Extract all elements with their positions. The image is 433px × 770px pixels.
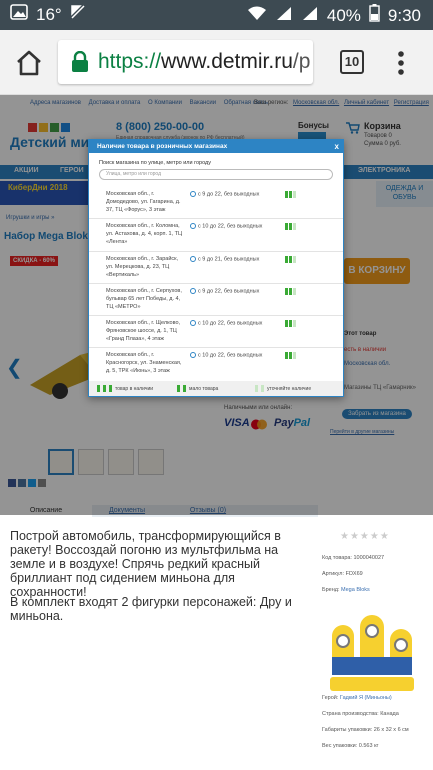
store-row[interactable]: Московская обл., г. Домодедово, ул. Гага… (89, 187, 343, 219)
spec-item: Страна производства: Канада (322, 711, 399, 717)
url-text: https://www.detmir.ru/p (98, 50, 311, 73)
description-paragraph: В комплект входят 2 фигурки персонажей: … (10, 595, 292, 623)
tab-switcher-button[interactable]: 10 (340, 50, 364, 74)
stock-indicator (285, 352, 296, 359)
wifi-icon (247, 5, 267, 26)
web-page: Адреса магазинов Доставка и оплата О Ком… (0, 95, 433, 770)
notification-icon (70, 4, 86, 25)
modal-header: Наличие товара в розничных магазинах x (89, 140, 343, 153)
stock-indicator (285, 223, 296, 230)
overflow-menu-icon[interactable] (393, 48, 409, 78)
store-row[interactable]: Московская обл., г. Серпухов, бульвар 65… (89, 284, 343, 316)
spec-item: Габариты упаковки: 26 x 32 x 6 см (322, 727, 409, 733)
search-label: Поиск магазина по улице, метро или город… (99, 160, 211, 166)
spec-item: Код товара: 1000040027 (322, 555, 385, 561)
store-address: Московская обл., г. Красногорск, ул. Зна… (106, 352, 182, 374)
store-address: Московская обл., г. Серпухов, бульвар 65… (106, 288, 182, 310)
signal-icon (275, 5, 293, 26)
stock-indicator (285, 191, 296, 198)
url-bar[interactable]: https://www.detmir.ru/p (58, 40, 313, 84)
clock-icon (190, 352, 196, 358)
clock-icon (190, 223, 196, 229)
store-row[interactable]: Московская обл., г. Красногорск, ул. Зна… (89, 348, 343, 381)
description-paragraph: Построй автомобиль, трансформирующийся в… (10, 529, 281, 599)
spec-item: Герой: Гадкий Я (Миньоны) (322, 695, 392, 701)
store-row[interactable]: Московская обл., г. Зарайск, ул. Мерецко… (89, 252, 343, 284)
store-hours: с 10 до 22, без выходных (190, 352, 262, 358)
battery-icon (369, 4, 380, 27)
clock-icon (190, 288, 196, 294)
store-address: Московская обл., г. Коломна, ул. Астахов… (106, 223, 183, 245)
store-hours: с 9 до 21, без выходных (190, 256, 259, 262)
store-hours: с 9 до 22, без выходных (190, 288, 259, 294)
spec-item: Артикул: FDX69 (322, 571, 363, 577)
status-bar: 16° 40% 9:30 (0, 0, 433, 30)
store-hours: с 10 до 22, без выходных (190, 320, 262, 326)
store-address: Московская обл., г. Домодедово, ул. Гага… (106, 191, 181, 213)
legend-item: товар в наличии (97, 385, 153, 392)
spec-item: Вес упаковки: 0.563 кг (322, 743, 379, 749)
stock-indicator (285, 256, 296, 263)
legend-item: уточняйте наличие (255, 385, 311, 392)
store-hours: с 10 до 22, без выходных (190, 223, 262, 229)
stock-legend: товар в наличии мало товара уточняйте на… (89, 381, 343, 396)
home-icon[interactable] (14, 48, 44, 78)
browser-toolbar: https://www.detmir.ru/p 10 (0, 30, 433, 95)
store-address: Московская обл., г. Зарайск, ул. Мерецко… (106, 256, 179, 278)
brand-minions-image (322, 605, 422, 695)
signal-2-icon (301, 5, 319, 26)
store-search-input[interactable]: Улица, метро или город (99, 169, 333, 180)
stock-indicator (285, 320, 296, 327)
temperature: 16° (36, 4, 62, 24)
rating-stars[interactable]: ★★★★★ (340, 531, 390, 542)
store-row[interactable]: Московская обл., г. Щелково, Фряновское … (89, 316, 343, 348)
clock-icon (190, 256, 196, 262)
clock-icon (190, 191, 196, 197)
spec-item: Бренд: Mega Bloks (322, 587, 370, 593)
close-icon[interactable]: x (335, 140, 339, 153)
store-hours: с 9 до 22, без выходных (190, 191, 259, 197)
stock-indicator (285, 288, 296, 295)
store-availability-modal: Наличие товара в розничных магазинах x П… (88, 139, 344, 397)
legend-item: мало товара (177, 385, 218, 392)
clock-icon (190, 320, 196, 326)
store-address: Московская обл., г. Щелково, Фряновское … (106, 320, 181, 342)
modal-title: Наличие товара в розничных магазинах (97, 143, 228, 150)
clock-time: 9:30 (387, 5, 421, 25)
battery-percent: 40% (326, 5, 361, 25)
lock-icon (70, 50, 90, 73)
store-row[interactable]: Московская обл., г. Коломна, ул. Астахов… (89, 219, 343, 252)
gallery-icon (10, 4, 28, 25)
